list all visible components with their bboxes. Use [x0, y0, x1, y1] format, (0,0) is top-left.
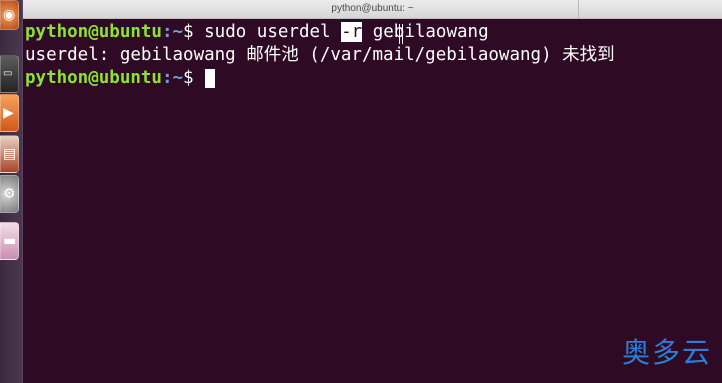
prompt-user: python@ubuntu	[25, 22, 162, 42]
prompt-symbol: $	[183, 22, 205, 42]
terminal-icon: ▭	[3, 68, 13, 79]
unity-launcher: ◉ ▭ ▶ ▤ ⚙ ▬	[0, 0, 23, 383]
terminal-launcher-button[interactable]: ▭	[0, 55, 19, 93]
dash-home-button[interactable]: ◉	[0, 0, 19, 30]
prompt-user: python@ubuntu	[25, 68, 162, 88]
mouse-ibeam-cursor	[399, 24, 403, 44]
document-icon: ▬	[3, 233, 17, 249]
document-launcher-button[interactable]: ▬	[0, 222, 19, 260]
office-icon: ▤	[3, 146, 17, 162]
titlebar-divider	[578, 0, 579, 19]
prompt-symbol: $	[183, 68, 205, 88]
prompt-path: :~	[161, 22, 184, 42]
terminal-line: python@ubuntu:~$	[25, 67, 722, 90]
terminal-output[interactable]: python@ubuntu:~$ sudo userdel -r gebilao…	[23, 19, 722, 383]
command-text: sudo userdel	[204, 22, 342, 42]
gear-icon: ⚙	[3, 186, 16, 202]
files-launcher-button[interactable]: ▶	[0, 94, 19, 132]
selected-text: -r	[341, 22, 363, 42]
office-launcher-button[interactable]: ▤	[0, 135, 19, 173]
ubuntu-logo-icon: ◉	[3, 7, 16, 23]
text-cursor	[205, 68, 216, 88]
settings-launcher-button[interactable]: ⚙	[0, 175, 19, 213]
window-titlebar[interactable]: python@ubuntu: ~	[23, 0, 722, 19]
terminal-line: python@ubuntu:~$ sudo userdel -r gebilao…	[25, 21, 722, 44]
terminal-line: userdel: gebilaowang 邮件池 (/var/mail/gebi…	[25, 44, 722, 67]
command-text-rest: gebilaowang	[362, 22, 489, 42]
prompt-path: :~	[161, 68, 184, 88]
watermark-logo: 奥多云	[621, 336, 712, 369]
command-output: userdel: gebilaowang 邮件池 (/var/mail/gebi…	[25, 45, 615, 65]
files-icon: ▶	[3, 105, 14, 121]
window-title: python@ubuntu: ~	[331, 3, 414, 14]
